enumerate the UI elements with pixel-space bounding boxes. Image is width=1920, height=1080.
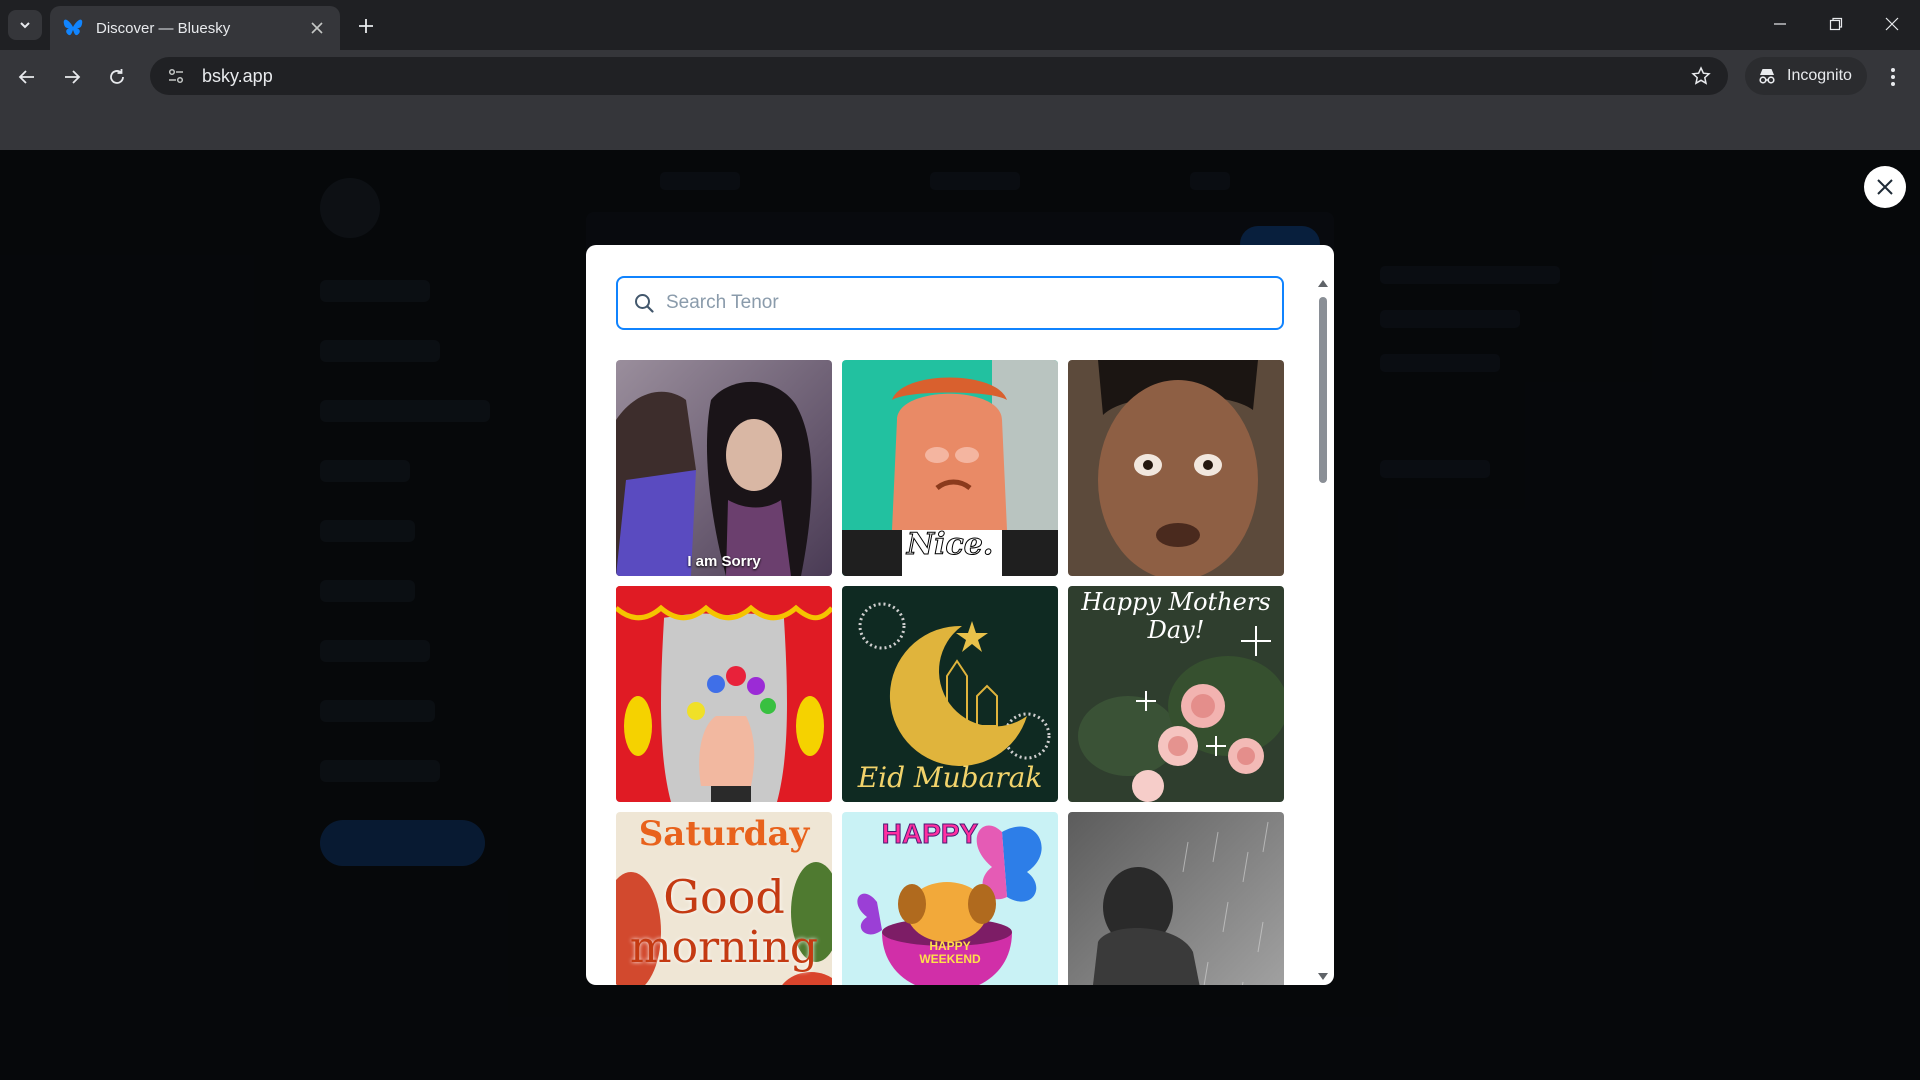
- tab-search-button[interactable]: [8, 10, 42, 40]
- search-icon: [632, 291, 656, 315]
- plus-icon: [359, 19, 373, 33]
- minimize-icon: [1774, 23, 1786, 25]
- incognito-icon: [1759, 69, 1775, 84]
- bookmark-bar: [0, 102, 1920, 150]
- gif-eid-mubarak[interactable]: Eid Mubarak: [842, 586, 1058, 802]
- scroll-down-arrow-icon[interactable]: [1317, 971, 1329, 983]
- gif-picker-modal: I am Sorry Nice.: [586, 245, 1334, 985]
- minimize-button[interactable]: [1752, 0, 1808, 48]
- url-text[interactable]: bsky.app: [202, 66, 1686, 87]
- modal-scrollbar[interactable]: [1316, 277, 1330, 983]
- search-input[interactable]: [666, 292, 1282, 314]
- gif-i-am-sorry[interactable]: I am Sorry: [616, 360, 832, 576]
- overlay-close-button[interactable]: [1864, 166, 1906, 208]
- search-box[interactable]: [616, 276, 1284, 330]
- close-icon: [1877, 179, 1893, 195]
- kebab-menu-icon: [1891, 68, 1895, 86]
- arrow-left-icon: [18, 70, 34, 84]
- gif-happy-weekend[interactable]: HAPPY HAPPY WEEKEND: [842, 812, 1058, 985]
- restore-icon: [1829, 17, 1843, 31]
- gif-saturday-good-morning[interactable]: Saturday Good morning: [616, 812, 832, 985]
- bluesky-butterfly-icon: [62, 17, 84, 39]
- scroll-up-arrow-icon[interactable]: [1317, 277, 1329, 289]
- gif-shocked-man[interactable]: [1068, 360, 1284, 576]
- reload-button[interactable]: [100, 60, 134, 94]
- forward-button[interactable]: [55, 60, 89, 94]
- restore-button[interactable]: [1808, 0, 1864, 48]
- scroll-thumb[interactable]: [1319, 297, 1327, 483]
- close-icon: [1885, 17, 1899, 31]
- close-window-button[interactable]: [1864, 0, 1920, 48]
- tab-close-icon[interactable]: [306, 17, 328, 39]
- browser-toolbar: bsky.app Incognito: [0, 50, 1920, 102]
- gif-happy-mothers-day[interactable]: Happy Mothers Day!: [1068, 586, 1284, 802]
- incognito-label: Incognito: [1787, 67, 1852, 84]
- gif-grid: I am Sorry Nice. Eid Mubarak Happy Mothe…: [616, 360, 1284, 985]
- reload-icon: [110, 69, 124, 84]
- tab-title: Discover — Bluesky: [96, 19, 231, 37]
- new-tab-button[interactable]: [352, 12, 380, 40]
- incognito-badge[interactable]: Incognito: [1745, 57, 1867, 95]
- arrow-right-icon: [65, 70, 81, 84]
- gif-sad-rain[interactable]: [1068, 812, 1284, 985]
- active-tab[interactable]: Discover — Bluesky: [50, 6, 340, 50]
- gif-finger-puppets[interactable]: [616, 586, 832, 802]
- gif-nice[interactable]: Nice.: [842, 360, 1058, 576]
- window-controls: [1752, 0, 1920, 50]
- chevron-down-icon: [20, 22, 30, 29]
- browser-tabstrip: Discover — Bluesky: [0, 0, 1920, 50]
- address-bar[interactable]: bsky.app: [150, 57, 1728, 95]
- back-button[interactable]: [10, 60, 44, 94]
- site-info-icon[interactable]: [164, 64, 188, 88]
- bookmark-star-icon[interactable]: [1686, 61, 1716, 91]
- browser-menu-button[interactable]: [1878, 60, 1908, 94]
